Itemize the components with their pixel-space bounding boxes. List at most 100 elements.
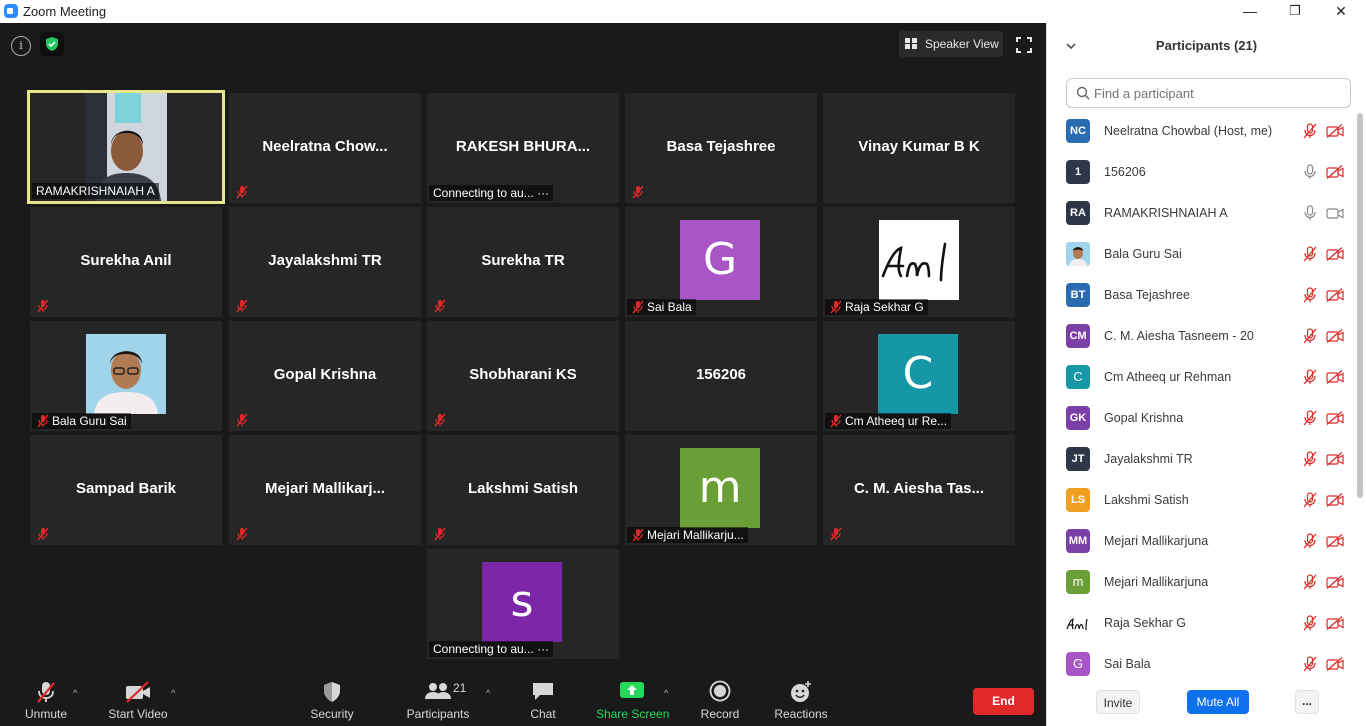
camera-off-icon[interactable] <box>1326 247 1344 266</box>
audio-options-caret[interactable]: ^ <box>73 688 83 698</box>
camera-off-icon[interactable] <box>1326 329 1344 348</box>
participant-list-scrollbar[interactable] <box>1357 113 1363 498</box>
participant-video-tile[interactable]: Basa Tejashree <box>625 93 817 203</box>
participant-row[interactable]: G Sai Bala <box>1047 646 1354 687</box>
participant-video-tile[interactable]: RAKESH BHURA... Connecting to au... ··· <box>427 93 619 203</box>
mic-muted-icon[interactable] <box>1303 492 1317 513</box>
participant-row[interactable]: Am Raja Sekhar G <box>1047 605 1354 646</box>
mic-muted-icon[interactable] <box>1303 451 1317 472</box>
end-meeting-button[interactable]: End <box>973 688 1034 715</box>
mic-muted-icon[interactable] <box>1303 410 1317 431</box>
minimize-button[interactable]: — <box>1227 0 1273 23</box>
participant-row[interactable]: LS Lakshmi Satish <box>1047 482 1354 523</box>
camera-off-icon <box>124 680 152 707</box>
connecting-audio-label: Connecting to au... ··· <box>429 641 554 657</box>
participants-button[interactable]: 21 Participants <box>403 666 473 726</box>
camera-off-icon[interactable] <box>1326 165 1344 184</box>
participant-row[interactable]: m Mejari Mallikarjuna <box>1047 564 1354 605</box>
close-window-button[interactable]: ✕ <box>1318 0 1364 23</box>
label-text: Bala Guru Sai <box>52 414 127 428</box>
participant-search[interactable] <box>1066 78 1351 108</box>
camera-off-icon[interactable] <box>1326 657 1344 676</box>
encryption-shield-icon[interactable] <box>40 32 64 56</box>
participant-row[interactable]: NC Neelratna Chowbal (Host, me) <box>1047 113 1354 154</box>
participant-video-tile[interactable]: Raja Sekhar G <box>823 207 1015 317</box>
start-video-button[interactable]: Start Video <box>103 666 173 726</box>
smiley-icon <box>789 680 813 707</box>
invite-button[interactable]: Invite <box>1096 690 1140 714</box>
mic-muted-icon[interactable] <box>1303 123 1317 144</box>
camera-off-icon[interactable] <box>1326 452 1344 471</box>
participant-row[interactable]: BT Basa Tejashree <box>1047 277 1354 318</box>
participant-video-tile[interactable]: s Connecting to au... ··· <box>427 549 619 659</box>
camera-off-icon[interactable] <box>1326 493 1344 512</box>
participant-row[interactable]: JT Jayalakshmi TR <box>1047 441 1354 482</box>
participant-row[interactable]: CM C. M. Aiesha Tasneem - 20 <box>1047 318 1354 359</box>
camera-off-icon[interactable] <box>1326 288 1344 307</box>
participant-row[interactable]: MM Mejari Mallikarjuna <box>1047 523 1354 564</box>
mic-muted-icon[interactable] <box>1303 533 1317 554</box>
mic-muted-icon[interactable] <box>1303 574 1317 595</box>
participant-row[interactable]: Bala Guru Sai <box>1047 236 1354 277</box>
video-options-caret[interactable]: ^ <box>171 688 181 698</box>
camera-off-icon[interactable] <box>1326 370 1344 389</box>
record-button[interactable]: Record <box>695 666 745 726</box>
share-screen-button[interactable]: Share Screen <box>596 666 669 726</box>
participant-video-tile[interactable]: Surekha Anil <box>30 207 222 317</box>
participant-video-tile[interactable]: Shobharani KS <box>427 321 619 431</box>
participant-video-tile[interactable]: Mejari Mallikarj... <box>229 435 421 545</box>
participant-video-tile[interactable]: 156206 <box>625 321 817 431</box>
camera-off-icon[interactable] <box>1326 616 1344 635</box>
speaker-view-button[interactable]: Speaker View <box>899 31 1003 57</box>
participant-video-tile[interactable]: Gopal Krishna <box>229 321 421 431</box>
participant-row[interactable]: RA RAMAKRISHNAIAH A <box>1047 195 1354 236</box>
mic-muted-icon[interactable] <box>1303 328 1317 349</box>
participant-video-tile[interactable]: RAMAKRISHNAIAH A <box>27 90 225 204</box>
unmute-button[interactable]: Unmute <box>16 666 76 726</box>
share-options-caret[interactable]: ^ <box>664 688 674 698</box>
participant-name: Lakshmi Satish <box>467 480 579 497</box>
camera-off-icon[interactable] <box>1326 534 1344 553</box>
mic-muted-icon <box>36 414 50 431</box>
camera-off-icon[interactable] <box>1326 124 1344 143</box>
participants-options-caret[interactable]: ^ <box>486 688 496 698</box>
participant-video-tile[interactable]: Bala Guru Sai <box>30 321 222 431</box>
participant-list: NC Neelratna Chowbal (Host, me) 1 156206 RA R… <box>1047 113 1354 693</box>
participant-row[interactable]: 1 156206 <box>1047 154 1354 195</box>
mic-muted-icon[interactable] <box>1303 287 1317 308</box>
participant-video-tile[interactable]: Vinay Kumar B K <box>823 93 1015 203</box>
search-icon <box>1076 86 1090 105</box>
mic-muted-icon[interactable] <box>1303 246 1317 267</box>
participant-name: Lakshmi Satish <box>1104 493 1189 507</box>
mic-muted-icon[interactable] <box>1303 615 1317 636</box>
participant-video-tile[interactable]: C. M. Aiesha Tas... <box>823 435 1015 545</box>
participant-video-tile[interactable]: Jayalakshmi TR <box>229 207 421 317</box>
participant-video-tile[interactable]: C Cm Atheeq ur Re... <box>823 321 1015 431</box>
mic-icon[interactable] <box>1303 164 1317 185</box>
meeting-info-icon[interactable]: i <box>11 36 31 56</box>
mic-muted-icon[interactable] <box>1303 656 1317 677</box>
participant-search-input[interactable] <box>1094 84 1344 102</box>
security-button[interactable]: Security <box>302 666 362 726</box>
restore-button[interactable]: ❐ <box>1272 0 1318 23</box>
fullscreen-icon[interactable] <box>1016 37 1032 53</box>
mic-icon[interactable] <box>1303 205 1317 226</box>
camera-off-icon[interactable] <box>1326 575 1344 594</box>
participant-video-tile[interactable]: Sampad Barik <box>30 435 222 545</box>
mic-muted-icon[interactable] <box>1303 369 1317 390</box>
chat-button[interactable]: Chat <box>518 666 568 726</box>
participant-row[interactable]: GK Gopal Krishna <box>1047 400 1354 441</box>
camera-icon[interactable] <box>1326 206 1344 225</box>
participant-video-tile[interactable]: m Mejari Mallikarju... <box>625 435 817 545</box>
window-title: Zoom Meeting <box>23 4 107 19</box>
participant-video-tile[interactable]: Lakshmi Satish <box>427 435 619 545</box>
participant-video-tile[interactable]: Neelratna Chow... <box>229 93 421 203</box>
record-icon <box>709 680 731 705</box>
participant-row[interactable]: C Cm Atheeq ur Rehman <box>1047 359 1354 400</box>
camera-off-icon[interactable] <box>1326 411 1344 430</box>
more-options-button[interactable]: ... <box>1295 690 1319 714</box>
mute-all-button[interactable]: Mute All <box>1187 690 1249 714</box>
participant-video-tile[interactable]: Surekha TR <box>427 207 619 317</box>
participant-video-tile[interactable]: G Sai Bala <box>625 207 817 317</box>
reactions-button[interactable]: Reactions <box>770 666 832 726</box>
